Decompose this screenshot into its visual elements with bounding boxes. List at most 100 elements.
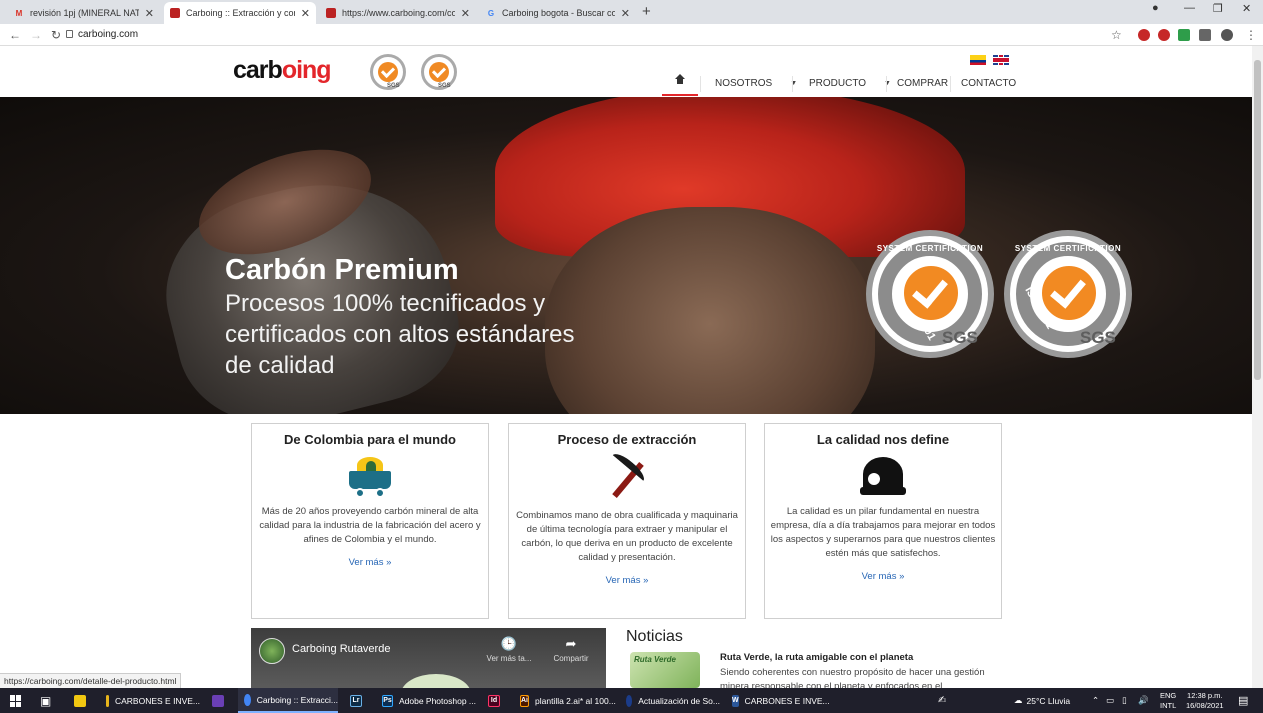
app-icon[interactable]	[212, 688, 230, 713]
card-text: Más de 20 años proveyendo carbón mineral…	[259, 506, 481, 545]
indesign-icon[interactable]: Id	[488, 688, 506, 713]
pickaxe-icon	[604, 449, 650, 499]
chrome-icon	[244, 693, 251, 706]
home-icon	[675, 73, 685, 87]
menu-kebab-icon[interactable]: ⋮	[1245, 28, 1257, 42]
tab-carboing-contacto[interactable]: https://www.carboing.com/conta ✕	[320, 2, 476, 24]
lightroom-icon[interactable]: Lr	[350, 688, 368, 713]
status-url-tooltip: https://carboing.com/detalle-del-product…	[0, 673, 182, 688]
new-tab-icon[interactable]: +	[642, 3, 651, 20]
windows-taskbar: ▣ CARBONES E INVE... Carboing :: Extracc…	[0, 688, 1263, 713]
pen-workspace-icon[interactable]: ✍	[938, 688, 946, 713]
ver-mas-link[interactable]: Ver más »	[765, 571, 1001, 582]
watch-later-button[interactable]: 🕒 Ver más ta...	[484, 636, 534, 663]
close-window-icon[interactable]: ✕	[1242, 2, 1251, 15]
nav-home[interactable]	[662, 70, 698, 96]
youtube-video-embed[interactable]: Carboing Rutaverde 🕒 Ver más ta... ➦ Compa…	[251, 628, 606, 688]
carboing-icon	[170, 8, 180, 18]
taskbar-item-chrome[interactable]: Carboing :: Extracci...	[238, 688, 338, 713]
hero-subtitle: Procesos 100% tecnificados y certificado…	[225, 290, 575, 379]
back-arrow-icon[interactable]: ←	[9, 28, 21, 42]
photoshop-icon: Ps	[382, 694, 393, 707]
mine-cart-icon	[347, 455, 393, 499]
sticky-notes-icon[interactable]	[74, 688, 92, 713]
card-title: Proceso de extracción	[557, 432, 697, 447]
file-explorer-icon	[106, 694, 109, 707]
flag-colombia-icon[interactable]	[970, 55, 986, 65]
tab-gmail[interactable]: M revisión 1pj (MINERAL NATIVO S ✕	[8, 2, 160, 24]
ver-mas-link[interactable]: Ver más »	[509, 575, 745, 586]
news-item-title[interactable]: Ruta Verde, la ruta amigable con el plan…	[720, 652, 913, 663]
close-tab-icon[interactable]: ✕	[621, 7, 630, 20]
ohsas-certification-seal: SYSTEM CERTIFICATION OHSAS 18001 SGS	[866, 230, 994, 358]
nav-contacto[interactable]: CONTACTO	[961, 70, 1016, 96]
card-text: Combinamos mano de obra cualificada y ma…	[516, 510, 738, 563]
extension-icon[interactable]	[1138, 29, 1150, 41]
puzzle-icon[interactable]	[1199, 29, 1211, 41]
illustrator-icon: Ai	[520, 694, 529, 707]
taskbar-item-photoshop[interactable]: Ps Adobe Photoshop ...	[376, 688, 476, 713]
taskbar-item-update[interactable]: Actualización de So...	[620, 688, 720, 713]
video-title[interactable]: Carboing Rutaverde	[292, 643, 390, 655]
nav-nosotros[interactable]: NOSOTROS ▼	[715, 70, 797, 96]
site-header: carboing SGS SGS NOSOTROS ▼ PRODUCTO ▼ COM…	[0, 46, 1252, 97]
task-view-icon[interactable]: ▣	[40, 688, 51, 713]
language-indicator[interactable]: ENG INTL	[1160, 688, 1176, 713]
card-text: La calidad es un pilar fundamental en nu…	[770, 506, 996, 559]
mining-helmet-icon	[860, 455, 906, 499]
ruta-verde-badge	[401, 674, 471, 688]
close-tab-icon[interactable]: ✕	[461, 7, 470, 20]
lock-icon[interactable]	[66, 30, 73, 38]
battery-icon[interactable]: ▯	[1122, 688, 1127, 713]
close-tab-icon[interactable]: ✕	[145, 7, 154, 20]
news-item-excerpt: Siendo coherentes con nuestro propósito …	[720, 667, 985, 688]
clock[interactable]: 12:38 p.m. 16/08/2021	[1186, 688, 1224, 713]
tab-google-search[interactable]: G Carboing bogota - Buscar con G ✕	[480, 2, 636, 24]
cloud-rain-icon: ☁	[1014, 695, 1023, 705]
ver-mas-link[interactable]: Ver más »	[252, 557, 488, 568]
gmail-icon: M	[15, 8, 23, 18]
carboing-logo[interactable]: carboing	[233, 56, 332, 85]
windows-start-icon[interactable]	[10, 695, 22, 707]
profile-record-icon[interactable]: ●	[1152, 2, 1159, 14]
scrollbar-thumb[interactable]	[1254, 60, 1261, 380]
update-icon	[626, 694, 633, 707]
nav-comprar[interactable]: COMPRAR	[897, 70, 948, 96]
feature-card-colombia: De Colombia para el mundo Más de 20 años…	[251, 423, 489, 619]
share-button[interactable]: ➦ Compartir	[546, 636, 596, 663]
minimize-icon[interactable]: —	[1184, 2, 1195, 14]
feature-card-calidad: La calidad nos define La calidad es un p…	[764, 423, 1002, 619]
hero-title: Carbón Premium	[225, 254, 459, 286]
channel-avatar[interactable]	[259, 638, 285, 664]
share-arrow-icon: ➦	[565, 636, 577, 651]
taskbar-item-illustrator[interactable]: Ai plantilla 2.ai* al 100...	[514, 688, 616, 713]
address-bar-row: ← → ↻ carboing.com ☆ ⋮	[0, 24, 1263, 46]
page-scrollbar[interactable]	[1252, 46, 1263, 688]
extension-icon[interactable]	[1158, 29, 1170, 41]
nav-producto[interactable]: PRODUCTO ▼	[809, 70, 891, 96]
network-icon[interactable]: ▭	[1106, 688, 1114, 713]
flag-uk-icon[interactable]	[993, 55, 1009, 65]
chevron-up-icon[interactable]: ⌃	[1092, 688, 1099, 713]
bookmark-star-icon[interactable]: ☆	[1111, 28, 1122, 42]
url-field[interactable]: carboing.com	[78, 29, 138, 40]
weather-widget[interactable]: ☁ 25°C Lluvia	[1014, 688, 1070, 713]
notifications-icon[interactable]: ▤	[1238, 688, 1248, 713]
hero-banner: Carbón Premium Procesos 100% tecnificado…	[0, 97, 1252, 414]
taskbar-item-word[interactable]: W CARBONES E INVE...	[726, 688, 830, 713]
volume-icon[interactable]: 🔊	[1138, 688, 1149, 713]
sgs-seal-icon: SGS	[421, 54, 457, 90]
forward-arrow-icon[interactable]: →	[30, 28, 42, 42]
extension-icon[interactable]	[1178, 29, 1190, 41]
card-title: De Colombia para el mundo	[284, 432, 456, 447]
taskbar-item-explorer[interactable]: CARBONES E INVE...	[100, 688, 200, 713]
close-tab-icon[interactable]: ✕	[301, 7, 310, 20]
avatar[interactable]	[1221, 29, 1233, 41]
iso-certification-seal: SYSTEM CERTIFICATION ISO 9001 SGS	[1004, 230, 1132, 358]
clock-icon: 🕒	[500, 636, 518, 651]
tab-carboing-active[interactable]: Carboing :: Extracción y comerc ✕	[164, 2, 316, 24]
restore-icon[interactable]: ❐	[1213, 2, 1223, 15]
reload-icon[interactable]: ↻	[51, 28, 61, 42]
news-thumbnail[interactable]: Ruta Verde	[630, 652, 700, 688]
sgs-seal-icon: SGS	[370, 54, 406, 90]
